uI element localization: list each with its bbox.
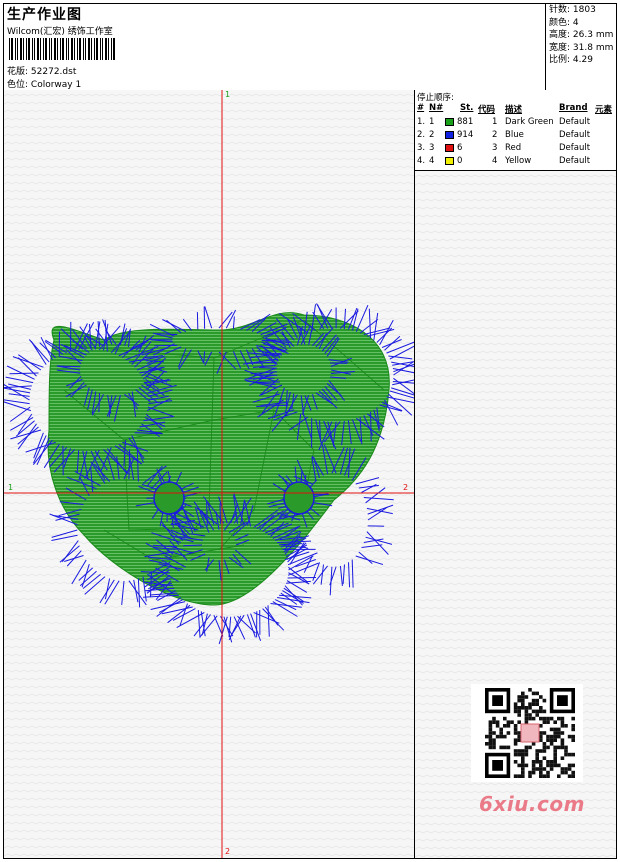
embroidery-drawing bbox=[4, 90, 414, 858]
right-eye bbox=[284, 482, 314, 514]
cell-st: 0 bbox=[457, 156, 462, 166]
cell-st: 914 bbox=[457, 130, 473, 140]
design-stats: 针数: 1803 颜色: 4 高度: 26.3 mm 宽度: 31.8 mm 比… bbox=[545, 4, 617, 90]
colorway-label: 色位: bbox=[7, 80, 28, 90]
axis-top-label: 1 bbox=[225, 90, 230, 99]
stop-sequence-title: 停止顺序: bbox=[417, 91, 454, 103]
col-header-desc: 描述 bbox=[505, 103, 522, 115]
axis-right-label: 2 bbox=[403, 483, 408, 492]
cell-n: 2 bbox=[429, 130, 434, 140]
design-file-line: 花版: 52272.dst bbox=[7, 64, 76, 77]
col-header-brand: Brand bbox=[559, 103, 588, 113]
cell-n: 4 bbox=[429, 156, 434, 166]
cell-desc: Dark Green bbox=[505, 117, 554, 127]
stop-sequence-row: 3. 3 6 3 Red Default bbox=[415, 143, 616, 155]
qr-code bbox=[471, 684, 583, 782]
barcode bbox=[9, 38, 119, 60]
cell-num: 1. bbox=[417, 117, 425, 127]
col-header-n: N# bbox=[429, 103, 443, 113]
cell-code: 1 bbox=[492, 117, 497, 127]
design-file-label: 花版: bbox=[7, 67, 28, 77]
cell-num: 3. bbox=[417, 143, 425, 153]
color-swatch bbox=[445, 118, 454, 126]
stop-sequence-panel: 停止顺序: # N# St. 代码 描述 Brand 元素 1. 1 881 1 Dar… bbox=[415, 90, 616, 171]
colorway-line: 色位: Colorway 1 bbox=[7, 77, 81, 90]
cell-n: 3 bbox=[429, 143, 434, 153]
col-header-element: 元素 bbox=[595, 103, 612, 115]
cell-brand: Default bbox=[559, 156, 590, 166]
color-swatch bbox=[445, 144, 454, 152]
cell-brand: Default bbox=[559, 117, 590, 127]
stop-sequence-row: 2. 2 914 2 Blue Default bbox=[415, 130, 616, 142]
cell-code: 3 bbox=[492, 143, 497, 153]
watermark-logo: 6xiu.com bbox=[479, 792, 585, 816]
color-swatch bbox=[445, 157, 454, 165]
col-header-stitches: St. bbox=[460, 103, 473, 113]
stat-colors: 颜色: 4 bbox=[546, 17, 617, 30]
cell-brand: Default bbox=[559, 143, 590, 153]
stop-sequence-row: 1. 1 881 1 Dark Green Default bbox=[415, 117, 616, 129]
cell-st: 6 bbox=[457, 143, 462, 153]
stat-height: 高度: 26.3 mm bbox=[546, 29, 617, 42]
cell-n: 1 bbox=[429, 117, 434, 127]
col-header-code: 代码 bbox=[478, 103, 495, 115]
design-file-value: 52272.dst bbox=[31, 67, 76, 77]
left-eye bbox=[154, 482, 184, 514]
colorway-value: Colorway 1 bbox=[31, 80, 81, 90]
cell-brand: Default bbox=[559, 130, 590, 140]
stat-scale: 比例: 4.29 bbox=[546, 54, 617, 67]
design-preview: 1 2 1 2 bbox=[4, 90, 415, 858]
cell-desc: Red bbox=[505, 143, 521, 153]
page-title: 生产作业图 bbox=[7, 4, 82, 24]
worksheet-header: 生产作业图 Wilcom(汇宏) 绣饰工作室 花版: 52272.dst 色位:… bbox=[4, 4, 616, 91]
cell-code: 2 bbox=[492, 130, 497, 140]
cell-code: 4 bbox=[492, 156, 497, 166]
cell-desc: Yellow bbox=[505, 156, 531, 166]
col-header-num: # bbox=[417, 103, 424, 113]
cell-num: 2. bbox=[417, 130, 425, 140]
stop-sequence-header: # N# St. 代码 描述 Brand 元素 bbox=[415, 103, 616, 115]
stop-sequence-row: 4. 4 0 4 Yellow Default bbox=[415, 156, 616, 168]
stat-width: 宽度: 31.8 mm bbox=[546, 42, 617, 55]
stat-stitches: 针数: 1803 bbox=[546, 4, 617, 17]
cell-num: 4. bbox=[417, 156, 425, 166]
axis-bottom-label: 2 bbox=[225, 847, 230, 856]
company-name: Wilcom(汇宏) 绣饰工作室 bbox=[7, 24, 113, 37]
cell-desc: Blue bbox=[505, 130, 524, 140]
cell-st: 881 bbox=[457, 117, 473, 127]
color-swatch bbox=[445, 131, 454, 139]
axis-left-label: 1 bbox=[8, 483, 13, 492]
worksheet-frame: 生产作业图 Wilcom(汇宏) 绣饰工作室 花版: 52272.dst 色位:… bbox=[3, 3, 617, 859]
